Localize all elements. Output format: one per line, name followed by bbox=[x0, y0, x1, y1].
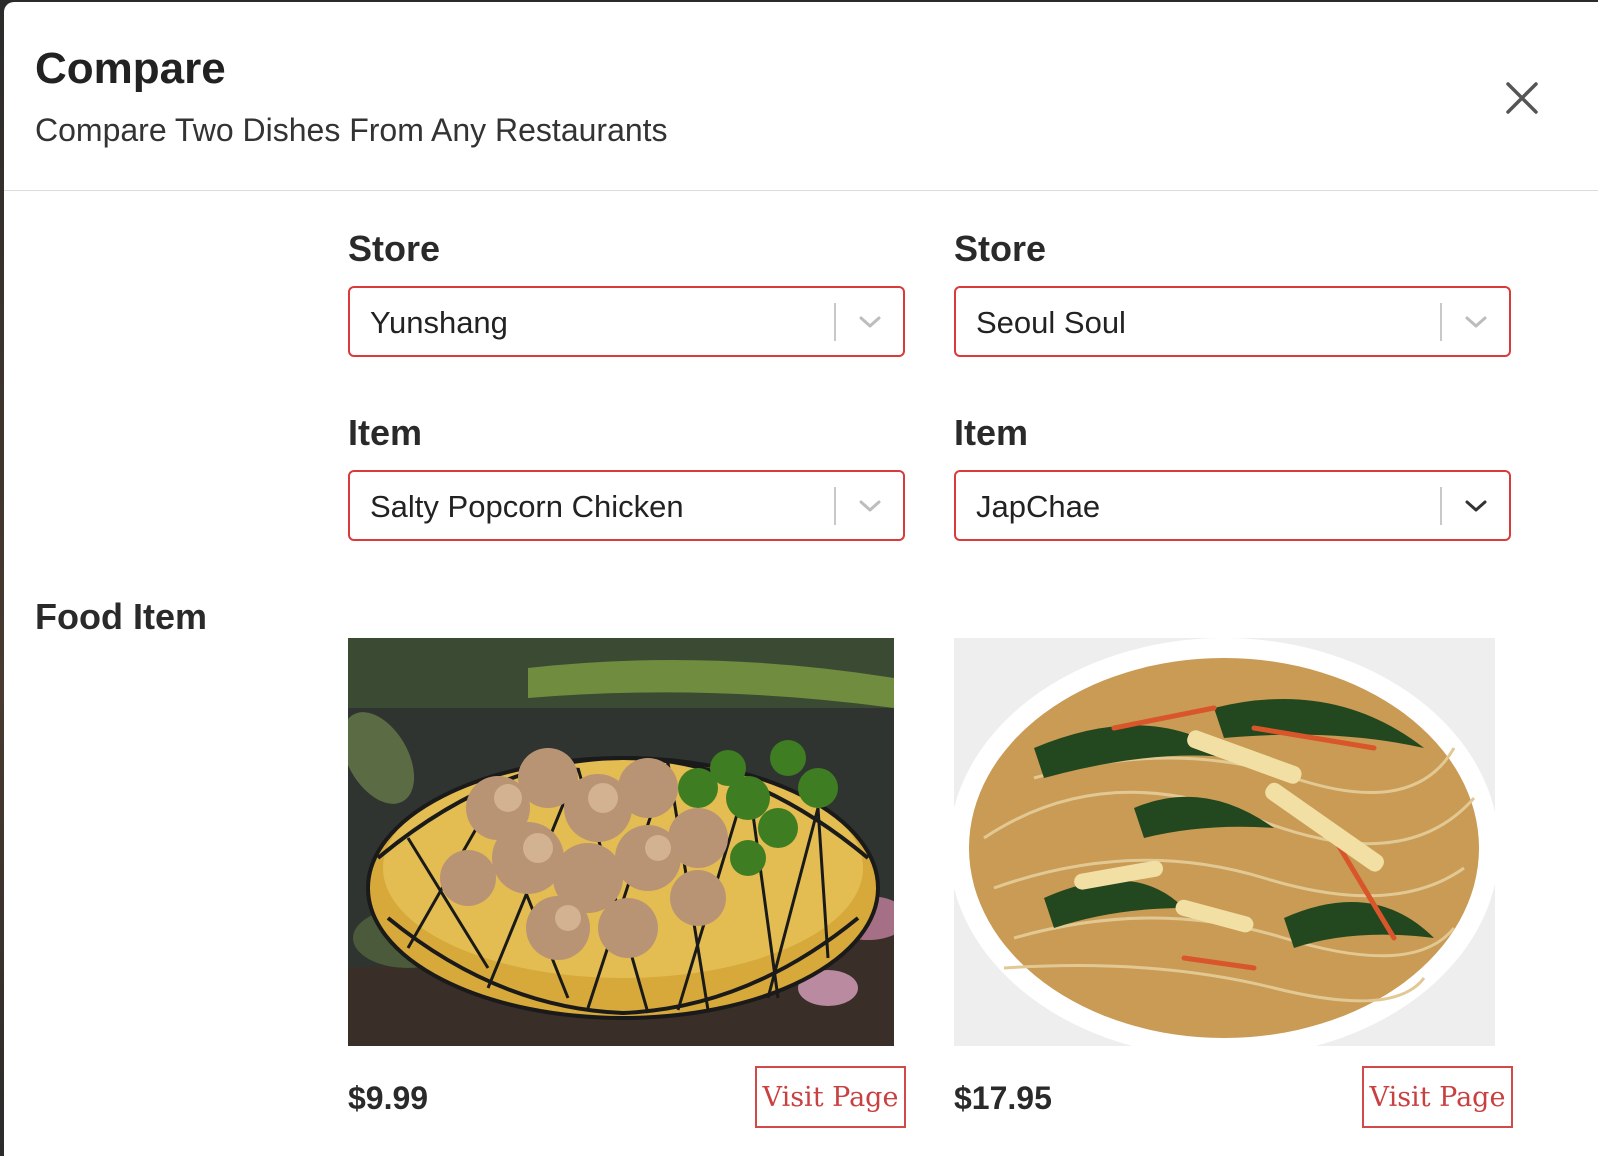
right-food-image bbox=[954, 638, 1495, 1046]
select-separator bbox=[834, 303, 836, 341]
right-store-select[interactable]: Seoul Soul bbox=[954, 286, 1511, 357]
chevron-down-icon bbox=[1465, 316, 1487, 328]
left-item-select[interactable]: Salty Popcorn Chicken bbox=[348, 470, 905, 541]
right-price: $17.95 bbox=[954, 1080, 1052, 1116]
right-item-select[interactable]: JapChae bbox=[954, 470, 1511, 541]
right-store-label: Store bbox=[954, 228, 1047, 269]
close-icon bbox=[1506, 82, 1538, 114]
close-button[interactable] bbox=[1500, 76, 1544, 120]
chevron-down-icon bbox=[859, 500, 881, 512]
chevron-down-icon bbox=[859, 316, 881, 328]
select-separator bbox=[834, 487, 836, 525]
left-store-value: Yunshang bbox=[370, 305, 508, 340]
chevron-down-icon bbox=[1465, 500, 1487, 512]
modal-title: Compare bbox=[35, 44, 226, 93]
modal-header: Compare Compare Two Dishes From Any Rest… bbox=[4, 2, 1598, 191]
left-store-select[interactable]: Yunshang bbox=[348, 286, 905, 357]
right-item-value: JapChae bbox=[976, 489, 1101, 524]
left-visit-page-button[interactable]: Visit Page bbox=[755, 1066, 906, 1128]
modal-subtitle: Compare Two Dishes From Any Restaurants bbox=[35, 112, 668, 148]
left-store-label: Store bbox=[348, 228, 441, 269]
compare-modal: Compare Compare Two Dishes From Any Rest… bbox=[4, 2, 1598, 1156]
right-store-value: Seoul Soul bbox=[976, 305, 1126, 340]
food-item-label: Food Item bbox=[35, 596, 207, 637]
right-visit-page-button[interactable]: Visit Page bbox=[1362, 1066, 1513, 1128]
select-separator bbox=[1440, 303, 1442, 341]
right-item-label: Item bbox=[954, 412, 1029, 453]
select-separator bbox=[1440, 487, 1442, 525]
left-item-label: Item bbox=[348, 412, 423, 453]
left-item-value: Salty Popcorn Chicken bbox=[370, 489, 684, 524]
left-food-image bbox=[348, 638, 894, 1046]
left-price: $9.99 bbox=[348, 1080, 429, 1116]
